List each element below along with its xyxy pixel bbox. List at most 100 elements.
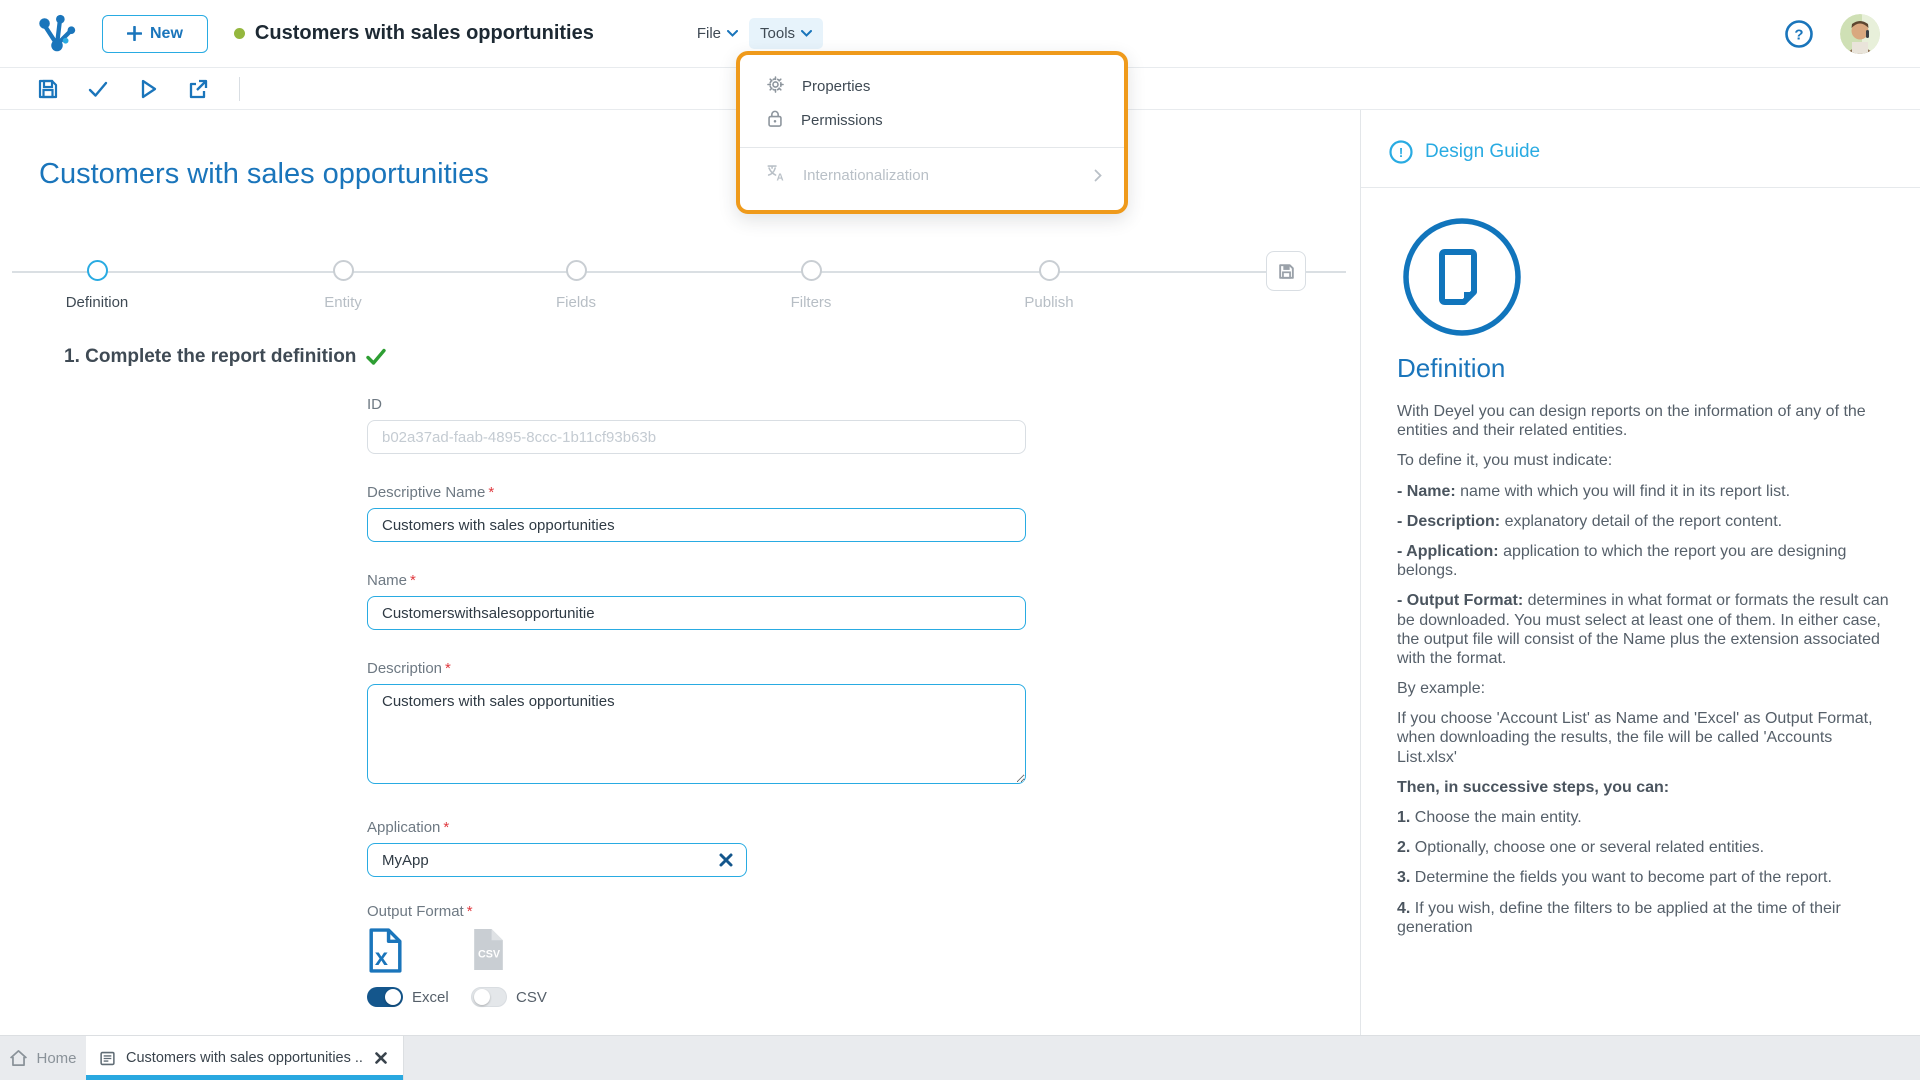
descriptive-name-input[interactable]: [367, 508, 1026, 542]
tab-home-label: Home: [36, 1050, 76, 1067]
guide-paragraph: 3. Determine the fields you want to beco…: [1397, 868, 1891, 887]
output-format-label: Output Format*: [367, 903, 1026, 920]
step-label: Entity: [263, 294, 423, 311]
svg-text:x: x: [375, 944, 388, 970]
step-label: Publish: [969, 294, 1129, 311]
guide-body-text: With Deyel you can design reports on the…: [1397, 402, 1891, 948]
export-icon: [186, 77, 210, 101]
status-dot: [234, 28, 245, 39]
guide-paragraph: - Description: explanatory detail of the…: [1397, 512, 1891, 531]
description-field-group: Description* Customers with sales opport…: [367, 660, 1026, 789]
step-publish[interactable]: Publish: [969, 260, 1129, 311]
step-filters[interactable]: Filters: [731, 260, 891, 311]
check-icon: [86, 77, 110, 101]
section-heading: 1. Complete the report definition: [64, 346, 386, 368]
svg-text:A: A: [777, 172, 784, 182]
menu-item-label: Internationalization: [803, 167, 1077, 184]
menu-item-permissions[interactable]: Permissions: [740, 103, 1124, 137]
name-input[interactable]: [367, 596, 1026, 630]
save-icon: [36, 77, 60, 101]
guide-paragraph: 1. Choose the main entity.: [1397, 808, 1891, 827]
svg-text:!: !: [1399, 145, 1403, 160]
description-textarea[interactable]: Customers with sales opportunities: [367, 684, 1026, 784]
guide-step-heading: Definition: [1397, 353, 1505, 384]
definition-step-icon: [1401, 216, 1523, 338]
output-format-field-group: Output Format* x Excel CSVCSV: [367, 903, 1026, 1007]
tools-menu[interactable]: Tools: [749, 18, 823, 49]
lock-icon: [766, 109, 784, 132]
guide-paragraph: To define it, you must indicate:: [1397, 451, 1891, 470]
guide-paragraph: 4. If you wish, define the filters to be…: [1397, 899, 1891, 937]
step-circle: [333, 260, 354, 281]
application-label: Application*: [367, 819, 1026, 836]
guide-paragraph: By example:: [1397, 679, 1891, 698]
excel-file-icon: x: [367, 927, 461, 977]
design-guide-header: ! Design Guide: [1389, 140, 1540, 164]
step-entity[interactable]: Entity: [263, 260, 423, 311]
application-input[interactable]: [367, 843, 747, 877]
home-icon: [9, 1049, 28, 1067]
menu-item-internationalization[interactable]: A Internationalization: [740, 158, 1124, 192]
step-label: Definition: [17, 294, 177, 311]
new-button-label: New: [150, 25, 183, 43]
play-icon: [136, 77, 160, 101]
bottom-tab-bar: Home Customers with sales opportunities …: [0, 1035, 1920, 1080]
deyel-logo-icon[interactable]: [34, 11, 80, 57]
name-label: Name*: [367, 572, 1026, 589]
menu-item-label: Properties: [802, 78, 1102, 95]
help-icon[interactable]: ?: [1784, 19, 1814, 49]
name-field-group: Name*: [367, 572, 1026, 630]
chevron-down-icon: [727, 30, 738, 37]
user-avatar[interactable]: [1840, 14, 1880, 54]
guide-paragraph: - Output Format: determines in what form…: [1397, 591, 1891, 668]
tab-report-label: Customers with sales opportunities ...: [126, 1050, 363, 1066]
page-title: Customers with sales opportunities: [39, 158, 489, 191]
panel-divider: [1361, 187, 1920, 188]
save-icon: [1277, 262, 1296, 281]
toggle-knob: [474, 989, 490, 1005]
guide-paragraph: - Name: name with which you will find it…: [1397, 482, 1891, 501]
csv-file-icon: CSV: [471, 927, 565, 977]
step-circle: [801, 260, 822, 281]
clear-application-icon[interactable]: [717, 851, 735, 869]
file-menu-label: File: [697, 25, 721, 42]
guide-paragraph: 2. Optionally, choose one or several rel…: [1397, 838, 1891, 857]
save-button[interactable]: [33, 74, 63, 104]
svg-text:?: ?: [1794, 26, 1803, 43]
step-label: Filters: [731, 294, 891, 311]
definition-form: ID Descriptive Name* Name* Description* …: [367, 396, 1026, 1037]
valid-check-icon: [366, 348, 386, 366]
step-circle: [1039, 260, 1060, 281]
close-tab-icon[interactable]: [373, 1050, 389, 1066]
application-field-group: Application*: [367, 819, 1026, 877]
info-exclamation-icon: !: [1389, 140, 1413, 164]
excel-toggle[interactable]: [367, 987, 403, 1007]
toggle-knob: [385, 989, 401, 1005]
validate-button[interactable]: [83, 74, 113, 104]
stepper-line: [12, 271, 1346, 273]
run-button[interactable]: [133, 74, 163, 104]
descriptive-name-label: Descriptive Name*: [367, 484, 1026, 501]
id-input: [367, 420, 1026, 454]
tab-report-designer[interactable]: Customers with sales opportunities ...: [86, 1036, 404, 1080]
new-button[interactable]: New: [102, 15, 208, 53]
tools-dropdown-menu: Properties Permissions A Internationalizati…: [736, 51, 1128, 214]
format-option-excel: x Excel: [367, 927, 461, 1007]
export-button[interactable]: [183, 74, 213, 104]
stepper-save-button[interactable]: [1266, 251, 1306, 291]
guide-paragraph: Then, in successive steps, you can:: [1397, 778, 1891, 797]
translate-icon: A: [766, 164, 786, 186]
file-menu[interactable]: File: [686, 18, 749, 49]
format-label: Excel: [412, 989, 449, 1006]
section-heading-text: 1. Complete the report definition: [64, 346, 356, 368]
format-option-csv: CSVCSV: [471, 927, 565, 1007]
svg-text:CSV: CSV: [478, 949, 501, 961]
csv-toggle[interactable]: [471, 987, 507, 1007]
report-doc-icon: [99, 1050, 116, 1067]
tab-home[interactable]: Home: [0, 1036, 86, 1080]
step-fields[interactable]: Fields: [496, 260, 656, 311]
menu-item-properties[interactable]: Properties: [740, 69, 1124, 103]
step-definition[interactable]: Definition: [17, 260, 177, 311]
design-guide-title: Design Guide: [1425, 141, 1540, 163]
menu-item-label: Permissions: [801, 112, 1102, 129]
